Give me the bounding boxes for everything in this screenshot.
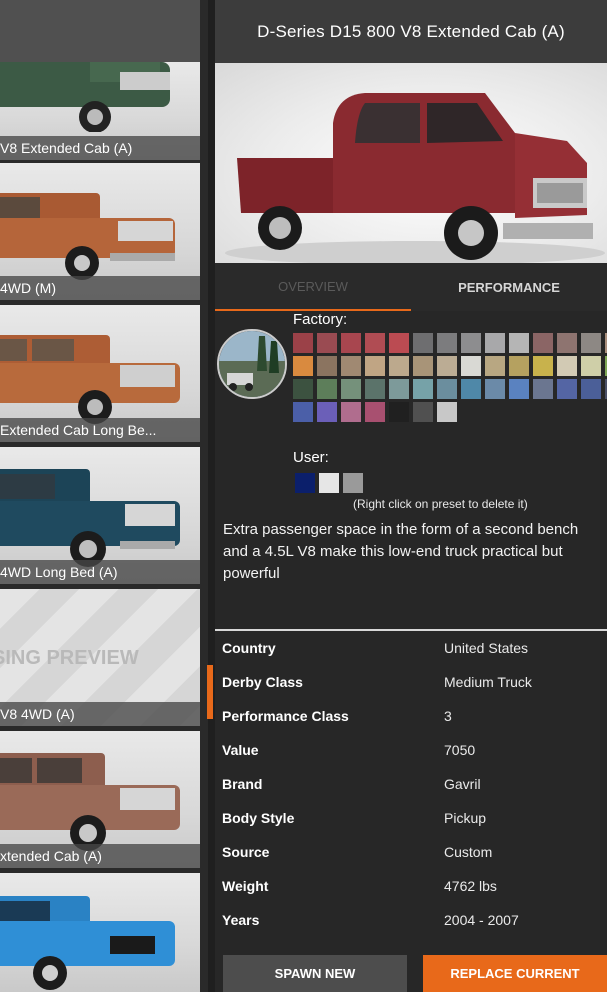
config-thumb-3[interactable]: Extended Cab Long Be... [0,305,200,442]
thumb-caption: V8 Extended Cab (A) [0,136,200,160]
factory-colors-label: Factory: [293,311,348,328]
factory-color-swatch[interactable] [413,379,433,399]
config-thumb-6[interactable]: xtended Cab (A) [0,731,200,868]
missing-preview-text: SING PREVIEW [0,647,139,669]
tab-overview[interactable]: OVERVIEW [215,263,411,311]
truck-thumbnail-image [0,62,170,132]
factory-color-swatch[interactable] [557,379,577,399]
spec-row-country: Country United States [222,640,529,656]
thumb-caption: 4WD Long Bed (A) [0,560,200,584]
thumb-caption: Extended Cab Long Be... [0,418,200,442]
factory-color-swatch[interactable] [461,333,481,353]
factory-color-swatch[interactable] [389,356,409,376]
factory-color-swatch[interactable] [485,356,505,376]
action-buttons: SPAWN NEW REPLACE CURRENT [215,955,607,992]
factory-color-swatch[interactable] [533,379,553,399]
truck-thumbnail-image [0,335,180,424]
thumb-caption: xtended Cab (A) [0,844,200,868]
spec-row-source: Source Custom [222,844,493,860]
config-thumb-7[interactable] [0,873,200,992]
factory-color-swatch[interactable] [461,379,481,399]
factory-color-swatch[interactable] [317,356,337,376]
factory-color-swatch[interactable] [581,379,601,399]
factory-color-swatch[interactable] [293,402,313,422]
user-color-swatch[interactable] [295,473,315,493]
truck-thumbnail-image [0,469,180,567]
factory-color-swatch[interactable] [437,402,457,422]
truck-thumbnail-image [0,896,175,990]
spec-row-performance-class: Performance Class 3 [222,708,452,724]
factory-color-swatch[interactable] [341,333,361,353]
factory-color-swatch[interactable] [341,356,361,376]
factory-color-swatch[interactable] [341,402,361,422]
factory-swatch-grid [293,333,607,422]
config-thumb-2[interactable]: 4WD (M) [0,163,200,300]
user-color-swatch[interactable] [343,473,363,493]
spec-table: Country United States Derby Class Medium T… [207,631,607,937]
factory-color-swatch[interactable] [365,356,385,376]
factory-color-swatch[interactable] [437,333,457,353]
factory-color-swatch[interactable] [461,356,481,376]
factory-color-swatch[interactable] [557,333,577,353]
factory-color-swatch[interactable] [413,356,433,376]
spec-row-brand: Brand Gavril [222,776,481,792]
factory-color-swatch[interactable] [509,356,529,376]
list-top-filler [0,0,200,62]
factory-color-swatch[interactable] [317,379,337,399]
factory-color-swatch[interactable] [341,379,361,399]
config-thumb-1[interactable]: V8 Extended Cab (A) [0,62,200,160]
spec-row-derby-class: Derby Class Medium Truck [222,674,532,690]
replace-current-button[interactable]: REPLACE CURRENT [423,955,607,992]
factory-color-swatch[interactable] [581,333,601,353]
factory-color-swatch[interactable] [413,333,433,353]
factory-color-swatch[interactable] [485,379,505,399]
spec-row-body-style: Body Style Pickup [222,810,487,826]
color-presets: Factory: User: (Right click on preset to… [215,311,607,515]
vehicle-detail-panel: D-Series D15 800 V8 Extended Cab (A) OVE… [207,0,607,992]
user-color-swatch[interactable] [319,473,339,493]
vehicle-config-avatar [217,329,287,399]
factory-color-swatch[interactable] [485,333,505,353]
config-list: V8 Extended Cab (A) 4WD (M) Extended Cab… [0,0,208,992]
spec-row-years: Years 2004 - 2007 [222,912,519,928]
spec-row-weight: Weight 4762 lbs [222,878,497,894]
factory-color-swatch[interactable] [293,356,313,376]
factory-color-swatch[interactable] [533,333,553,353]
factory-color-swatch[interactable] [293,379,313,399]
factory-color-swatch[interactable] [365,333,385,353]
vehicle-description: Extra passenger space in the form of a s… [223,521,579,582]
vehicle-title: D-Series D15 800 V8 Extended Cab (A) [215,0,607,63]
truck-thumbnail-image [0,193,175,280]
factory-color-swatch[interactable] [317,402,337,422]
factory-color-swatch[interactable] [413,402,433,422]
truck-thumbnail-image [0,753,180,851]
spec-row-value: Value 7050 [222,742,476,758]
factory-color-swatch[interactable] [437,356,457,376]
tab-performance[interactable]: PERFORMANCE [411,263,607,311]
factory-color-swatch[interactable] [365,379,385,399]
config-thumb-4[interactable]: 4WD Long Bed (A) [0,447,200,584]
thumb-caption: 4WD (M) [0,276,200,300]
factory-color-swatch[interactable] [389,402,409,422]
spawn-new-button[interactable]: SPAWN NEW [223,955,407,992]
selected-row-marker [207,665,213,719]
factory-color-swatch[interactable] [317,333,337,353]
user-colors-label: User: [293,449,329,466]
factory-color-swatch[interactable] [581,356,601,376]
thumb-caption: V8 4WD (A) [0,702,200,726]
user-swatch-row [295,473,363,493]
factory-color-swatch[interactable] [365,402,385,422]
factory-color-swatch[interactable] [293,333,313,353]
detail-tabs: OVERVIEW PERFORMANCE [215,263,607,311]
preset-delete-hint: (Right click on preset to delete it) [353,497,528,511]
factory-color-swatch[interactable] [389,333,409,353]
factory-color-swatch[interactable] [389,379,409,399]
config-thumb-5[interactable]: SING PREVIEW V8 4WD (A) [0,589,200,726]
factory-color-swatch[interactable] [437,379,457,399]
factory-color-swatch[interactable] [509,379,529,399]
factory-color-swatch[interactable] [557,356,577,376]
vehicle-preview-image [215,63,607,263]
factory-color-swatch[interactable] [509,333,529,353]
factory-color-swatch[interactable] [533,356,553,376]
